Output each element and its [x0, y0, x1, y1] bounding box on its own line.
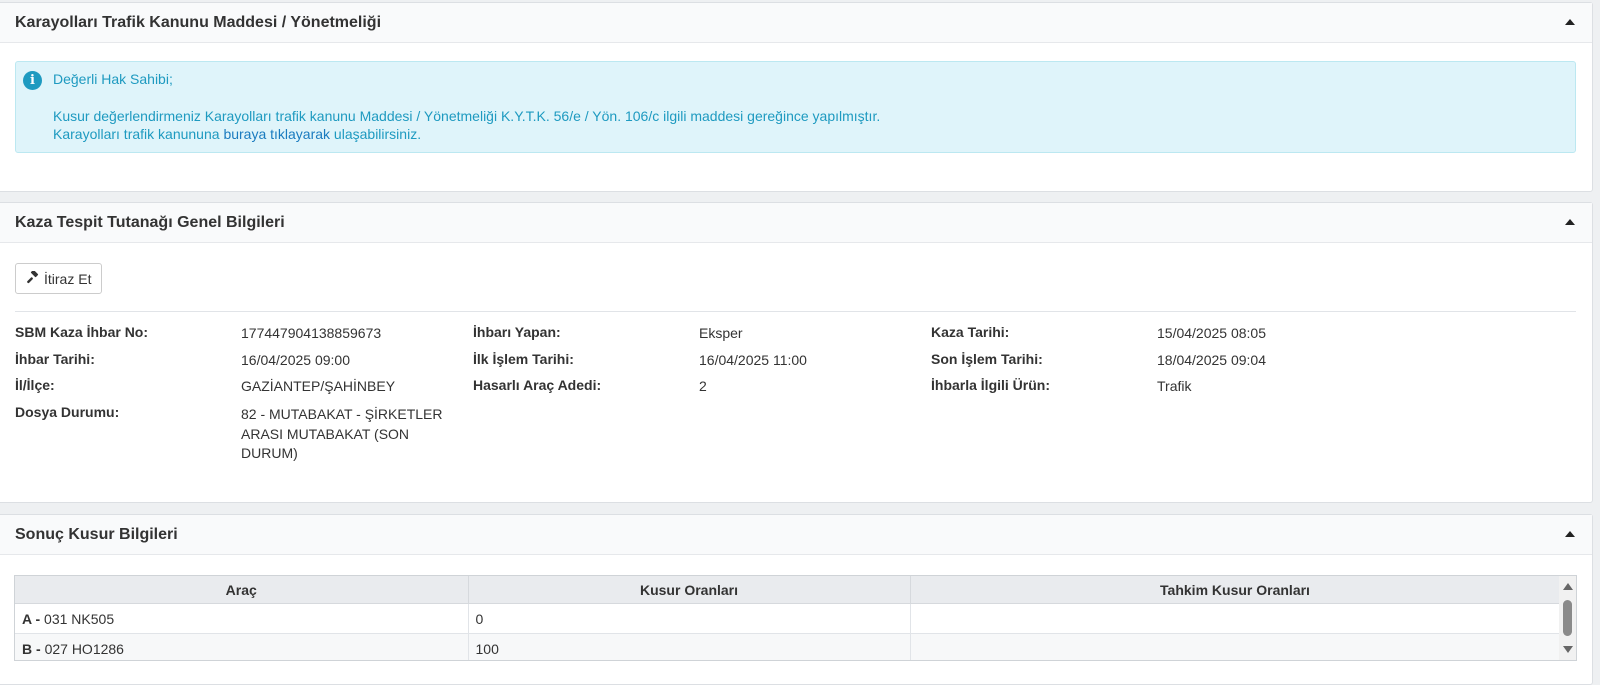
itiraz-et-button[interactable]: İtiraz Et	[15, 263, 103, 294]
kusur-bilgileri-panel-title: Sonuç Kusur Bilgileri	[15, 526, 178, 543]
table-header-row: Araç Kusur Oranları Tahkim Kusur Oranlar…	[15, 576, 1561, 604]
sbm-no-value: 177447904138859673	[241, 325, 382, 341]
kusur-cell: 0	[468, 603, 911, 634]
scroll-up-arrow-icon[interactable]	[1563, 583, 1573, 590]
alert-greeting: Değerli Hak Sahibi;	[53, 71, 173, 87]
arac-cell: A - 031 NK505	[15, 603, 469, 634]
urun-label: İhbarla İlgili Ürün:	[931, 377, 1051, 393]
collapse-icon[interactable]	[1565, 219, 1575, 225]
genel-bilgiler-panel-title: Kaza Tespit Tutanağı Genel Bilgileri	[15, 214, 285, 231]
urun-value: Trafik	[1157, 378, 1192, 394]
genel-bilgiler-panel: Kaza Tespit Tutanağı Genel Bilgileri İti…	[0, 202, 1593, 503]
collapse-icon[interactable]	[1565, 531, 1575, 537]
alert-line-2-pre: Karayolları trafik kanununa	[53, 126, 224, 142]
kusur-cell: 100	[468, 633, 911, 660]
arac-side: A	[22, 610, 32, 627]
arac-cell: B - 027 HO1286	[15, 633, 469, 660]
gavel-icon	[26, 269, 40, 287]
dosya-durumu-label: Dosya Durumu:	[15, 404, 120, 420]
arac-separator: -	[32, 640, 45, 657]
vertical-scrollbar[interactable]	[1559, 576, 1576, 660]
table-row[interactable]: A - 031 NK505 0	[15, 603, 1561, 634]
table-row[interactable]: B - 027 HO1286 100	[15, 633, 1561, 660]
kanun-link[interactable]: buraya tıklayarak	[223, 126, 330, 142]
scroll-thumb[interactable]	[1563, 600, 1572, 636]
tahkim-cell	[910, 603, 1561, 634]
divider	[15, 311, 1576, 312]
ilk-islem-label: İlk İşlem Tarihi:	[473, 351, 574, 367]
ihbar-tarihi-value: 16/04/2025 09:00	[241, 352, 350, 368]
kusur-bilgileri-panel-header[interactable]: Sonuç Kusur Bilgileri	[0, 515, 1592, 555]
kanun-panel: Karayolları Trafik Kanunu Maddesi / Yöne…	[0, 2, 1593, 192]
info-icon: i	[23, 71, 42, 90]
column-header-tahkim[interactable]: Tahkim Kusur Oranları	[910, 576, 1561, 604]
ihbar-yapan-value: Eksper	[699, 325, 743, 341]
arac-plate: 027 HO1286	[44, 640, 124, 657]
son-islem-label: Son İşlem Tarihi:	[931, 351, 1043, 367]
son-islem-value: 18/04/2025 09:04	[1157, 352, 1266, 368]
kanun-panel-title: Karayolları Trafik Kanunu Maddesi / Yöne…	[15, 14, 382, 31]
itiraz-et-label: İtiraz Et	[44, 270, 92, 287]
ihbar-yapan-label: İhbarı Yapan:	[473, 324, 561, 340]
collapse-icon[interactable]	[1565, 19, 1575, 25]
arac-plate: 031 NK505	[44, 610, 115, 627]
arac-side: B	[22, 640, 33, 657]
kaza-tarihi-label: Kaza Tarihi:	[931, 324, 1010, 340]
kusur-table-container: Araç Kusur Oranları Tahkim Kusur Oranlar…	[14, 575, 1577, 661]
alert-line-1: Kusur değerlendirmeniz Karayolları trafi…	[53, 108, 881, 124]
alert-line-2-post: ulaşabilirsiniz.	[330, 126, 422, 142]
kanun-panel-header[interactable]: Karayolları Trafik Kanunu Maddesi / Yöne…	[0, 3, 1592, 43]
alert-line-2: Karayolları trafik kanununa buraya tıkla…	[53, 126, 421, 142]
column-header-arac[interactable]: Araç	[15, 576, 469, 604]
ilk-islem-value: 16/04/2025 11:00	[699, 352, 807, 368]
kusur-table: Araç Kusur Oranları Tahkim Kusur Oranlar…	[15, 576, 1561, 660]
dosya-durumu-value: 82 - MUTABAKAT - ŞİRKETLER ARASI MUTABAK…	[241, 406, 443, 461]
genel-bilgiler-panel-header[interactable]: Kaza Tespit Tutanağı Genel Bilgileri	[0, 203, 1592, 243]
info-alert: i Değerli Hak Sahibi; Kusur değerlendirm…	[15, 61, 1576, 153]
ihbar-tarihi-label: İhbar Tarihi:	[15, 351, 95, 367]
hasarli-arac-label: Hasarlı Araç Adedi:	[473, 377, 602, 393]
tahkim-cell	[910, 633, 1561, 660]
kusur-bilgileri-panel: Sonuç Kusur Bilgileri Araç Kusur Oranlar…	[0, 514, 1593, 685]
sbm-no-label: SBM Kaza İhbar No:	[15, 324, 149, 340]
il-ilce-label: İl/İlçe:	[15, 377, 55, 393]
scroll-down-arrow-icon[interactable]	[1563, 646, 1573, 653]
arac-separator: -	[31, 610, 45, 627]
column-header-kusur[interactable]: Kusur Oranları	[468, 576, 911, 604]
kaza-tarihi-value: 15/04/2025 08:05	[1157, 325, 1266, 341]
il-ilce-value: GAZİANTEP/ŞAHİNBEY	[241, 378, 396, 394]
hasarli-arac-value: 2	[699, 378, 707, 394]
